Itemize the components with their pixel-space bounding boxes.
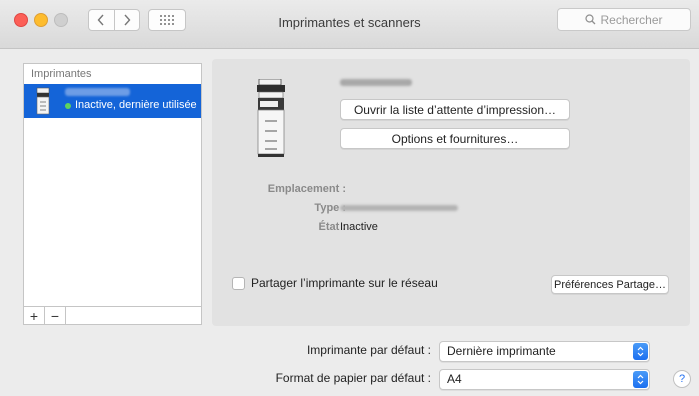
printer-icon xyxy=(36,87,50,115)
sharing-preferences-button[interactable]: Préférences Partage… xyxy=(551,275,669,294)
help-button[interactable]: ? xyxy=(673,370,691,388)
printer-detail-panel: Ouvrir la liste d’attente d’impression… … xyxy=(212,59,690,326)
share-printer-label: Partager l’imprimante sur le réseau xyxy=(251,276,438,290)
paper-size-value: A4 xyxy=(447,372,462,386)
status-dot-icon xyxy=(65,103,71,109)
printer-list-header: Imprimantes xyxy=(31,68,92,80)
printer-list-item[interactable]: Inactive, dernière utilisée xyxy=(24,84,201,118)
default-printer-label: Imprimante par défaut : xyxy=(306,343,431,357)
updown-icon xyxy=(633,371,648,388)
title-bar: Imprimantes et scanners Rechercher xyxy=(0,0,699,49)
open-print-queue-button[interactable]: Ouvrir la liste d’attente d’impression… xyxy=(340,99,570,120)
printer-status: Inactive, dernière utilisée xyxy=(75,99,197,111)
search-placeholder: Rechercher xyxy=(600,12,663,27)
state-value: Inactive xyxy=(340,221,378,233)
updown-icon xyxy=(633,343,648,360)
printers-window: Imprimantes et scanners Rechercher Impri… xyxy=(0,0,699,396)
options-supplies-button[interactable]: Options et fournitures… xyxy=(340,128,570,149)
printer-name-redacted xyxy=(65,88,130,96)
location-label: Emplacement : xyxy=(267,183,346,195)
add-printer-button[interactable]: + xyxy=(24,307,45,324)
share-printer-option[interactable]: Partager l’imprimante sur le réseau xyxy=(232,276,438,290)
printer-title-redacted xyxy=(340,79,412,86)
search-icon xyxy=(585,14,596,25)
remove-printer-button[interactable]: − xyxy=(45,307,66,324)
printer-icon xyxy=(257,79,285,157)
printer-list: Imprimantes Inactive, dernière utilisée xyxy=(23,63,202,325)
default-printer-popup[interactable]: Dernière imprimante xyxy=(439,341,650,362)
type-value-redacted xyxy=(340,205,458,211)
default-printer-value: Dernière imprimante xyxy=(447,344,556,358)
paper-size-label: Format de papier par défaut : xyxy=(275,371,431,385)
share-printer-checkbox[interactable] xyxy=(232,276,245,290)
paper-size-popup[interactable]: A4 xyxy=(439,369,650,390)
search-field[interactable]: Rechercher xyxy=(557,8,691,31)
printer-list-toolbar: + − xyxy=(23,306,202,325)
